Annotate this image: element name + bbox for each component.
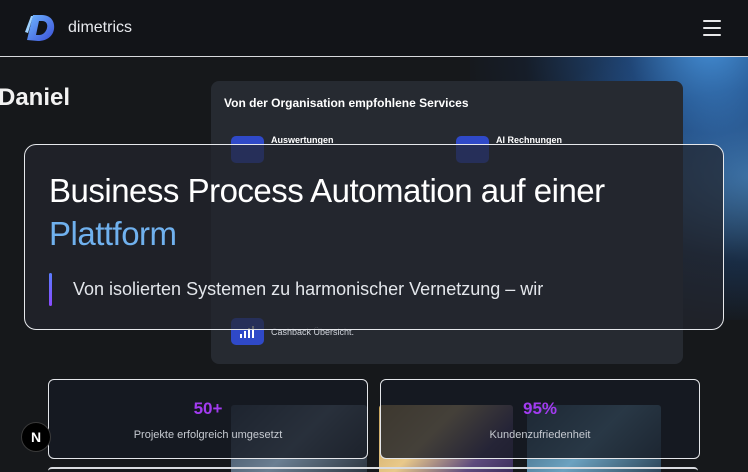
brand-name[interactable]: dimetrics [68, 19, 132, 37]
stat-value: 95% [522, 399, 558, 418]
hero-card: Business Process Automation auf einer Pl… [24, 144, 724, 330]
hero-title-accent: Plattform [49, 215, 177, 252]
background-user-name: Daniel [0, 84, 71, 111]
top-navigation-bar: dimetrics [0, 0, 748, 57]
next-section-edge [48, 467, 698, 472]
stat-label: Kundenzufriedenheit [489, 429, 591, 441]
hero-title: Business Process Automation auf einer [49, 172, 605, 209]
hero-accent-bar [49, 273, 52, 306]
hamburger-menu-icon[interactable] [701, 19, 723, 37]
hero-subtitle: Von isolierten Systemen zu harmonischer … [73, 279, 544, 299]
stat-value: 50+ [193, 399, 223, 418]
dashboard-title: Von der Organisation empfohlene Services [224, 96, 469, 110]
stat-card-satisfaction: 95% Kundenzufriedenheit [380, 379, 700, 459]
stat-label: Projekte erfolgreich umgesetzt [133, 429, 283, 441]
dimetrics-logo-icon[interactable] [23, 11, 57, 45]
stat-card-projects: 50+ Projekte erfolgreich umgesetzt [48, 379, 368, 459]
nextjs-badge-icon[interactable]: N [21, 422, 51, 452]
